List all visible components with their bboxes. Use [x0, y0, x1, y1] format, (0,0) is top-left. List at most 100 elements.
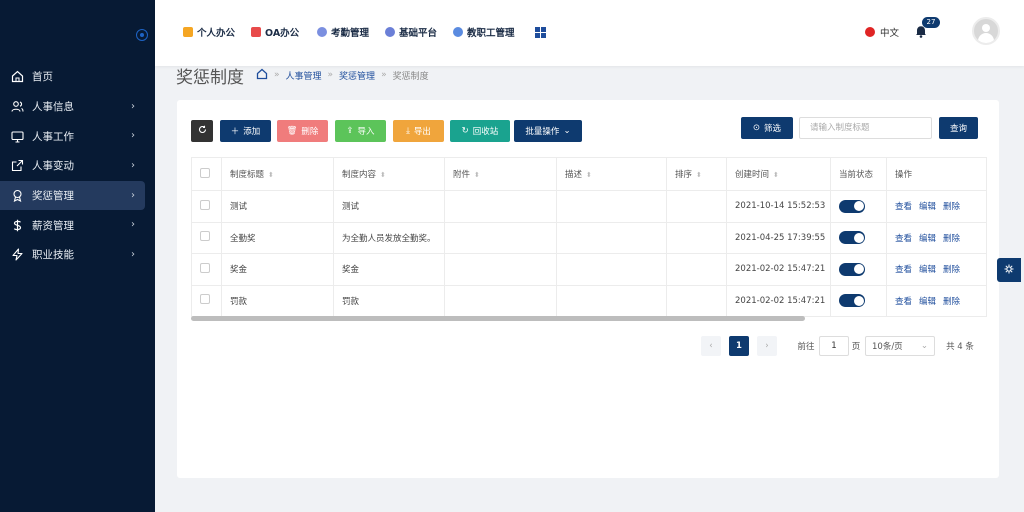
- title-search-input[interactable]: 请输入制度标题: [799, 117, 932, 139]
- page-number-current[interactable]: 1: [729, 336, 749, 356]
- topnav-personal-office[interactable]: 个人办公: [183, 25, 235, 39]
- sidebar-item-label: 人事变动: [32, 160, 74, 173]
- import-button[interactable]: ⇪ 导入: [335, 120, 386, 142]
- delete-link[interactable]: 删除: [943, 234, 960, 244]
- column-header[interactable]: 附件 ⬍: [444, 157, 557, 191]
- created-cell: 2021-02-02 15:47:21: [726, 253, 831, 286]
- avatar[interactable]: [972, 17, 1000, 45]
- attachment-cell: [444, 190, 557, 223]
- dollar-icon: [10, 218, 24, 232]
- table-row[interactable]: 全勤奖 为全勤人员发放全勤奖。 2021-04-25 17:39:55 查看 编辑…: [191, 221, 987, 254]
- breadcrumb: 奖惩制度 » 人事管理 » 奖惩管理 » 奖惩制度: [176, 64, 429, 88]
- select-all-cell[interactable]: [191, 157, 222, 191]
- batch-operation-dropdown[interactable]: 批量操作 ⌄: [514, 120, 582, 142]
- sidebar-item-personnel-work[interactable]: 人事工作 ›: [0, 121, 155, 151]
- recycle-bin-button[interactable]: ↻ 回收站: [450, 120, 510, 142]
- status-toggle[interactable]: [839, 262, 865, 276]
- status-toggle[interactable]: [839, 199, 865, 213]
- view-link[interactable]: 查看: [895, 297, 912, 307]
- edit-link[interactable]: 编辑: [919, 265, 936, 275]
- delete-link[interactable]: 删除: [943, 265, 960, 275]
- title-cell: 奖金: [221, 253, 334, 286]
- view-link[interactable]: 查看: [895, 202, 912, 212]
- column-header[interactable]: 创建时间 ⬍: [726, 157, 831, 191]
- edit-link[interactable]: 编辑: [919, 234, 936, 244]
- sort-icon: ⬍: [696, 171, 702, 179]
- row-checkbox[interactable]: [200, 294, 210, 305]
- app-root: 首页 人事信息 › 人事工作 › 人事变动 › 奖惩管理 › 薪资管理 › 职业…: [0, 0, 1024, 512]
- briefcase-icon: [183, 27, 193, 37]
- delete-link[interactable]: 删除: [943, 202, 960, 212]
- export-button[interactable]: ⤓ 导出: [393, 120, 444, 142]
- delete-link[interactable]: 删除: [943, 297, 960, 307]
- topnav-staff-management[interactable]: 教职工管理: [453, 25, 515, 39]
- language-switcher[interactable]: 中文: [865, 25, 899, 39]
- status-toggle[interactable]: [839, 231, 865, 245]
- topnav-oa-office[interactable]: OA办公: [251, 25, 299, 39]
- column-header[interactable]: 制度内容 ⬍: [333, 157, 445, 191]
- settings-gear-icon[interactable]: [136, 29, 148, 41]
- sidebar-item-personnel-info[interactable]: 人事信息 ›: [0, 92, 155, 122]
- sidebar-item-rewards[interactable]: 奖惩管理 ›: [0, 180, 145, 211]
- column-header[interactable]: 描述 ⬍: [556, 157, 667, 191]
- next-page-button[interactable]: ›: [757, 336, 777, 356]
- row-checkbox[interactable]: [200, 199, 210, 210]
- column-header: 操作: [886, 157, 987, 191]
- sidebar-item-home[interactable]: 首页: [0, 62, 155, 92]
- edit-link[interactable]: 编辑: [919, 202, 936, 212]
- view-link[interactable]: 查看: [895, 265, 912, 275]
- table-row[interactable]: 罚款 罚款 2021-02-02 15:47:21 查看 编辑 删除: [191, 284, 987, 317]
- theme-settings-tab[interactable]: [997, 258, 1021, 282]
- goto-page-input[interactable]: 1: [819, 336, 849, 356]
- column-header[interactable]: 制度标题 ⬍: [221, 157, 334, 191]
- row-checkbox[interactable]: [200, 231, 210, 242]
- sidebar: 首页 人事信息 › 人事工作 › 人事变动 › 奖惩管理 › 薪资管理 › 职业…: [0, 0, 155, 512]
- batch-button-label: 批量操作: [525, 127, 560, 137]
- query-button[interactable]: 查询: [939, 117, 978, 139]
- attachment-cell: [444, 253, 557, 286]
- sidebar-item-skills[interactable]: 职业技能 ›: [0, 240, 155, 270]
- description-cell: [556, 221, 667, 254]
- status-toggle[interactable]: [839, 294, 865, 308]
- page-title: 奖惩制度: [176, 67, 244, 88]
- home-icon[interactable]: [256, 68, 268, 83]
- platform-icon: [385, 27, 395, 37]
- filter-button[interactable]: ⊙ 筛选: [741, 117, 793, 139]
- view-link[interactable]: 查看: [895, 234, 912, 244]
- column-header[interactable]: 排序 ⬍: [666, 157, 727, 191]
- sort-icon: ⬍: [268, 171, 274, 179]
- external-link-icon: [10, 159, 24, 173]
- monitor-icon: [10, 129, 24, 143]
- delete-button[interactable]: 🗑 删除: [277, 120, 328, 142]
- breadcrumb-separator: »: [381, 70, 387, 80]
- chevron-right-icon: ›: [131, 160, 135, 172]
- sort-icon: ⬍: [474, 171, 480, 179]
- page-suffix-label: 页: [851, 342, 861, 352]
- sidebar-item-personnel-change[interactable]: 人事变动 ›: [0, 151, 155, 181]
- chevron-right-icon: ›: [131, 219, 135, 231]
- table-row[interactable]: 奖金 奖金 2021-02-02 15:47:21 查看 编辑 删除: [191, 253, 987, 286]
- oa-home-icon: [251, 27, 261, 37]
- prev-page-button[interactable]: ‹: [701, 336, 721, 356]
- table-row[interactable]: 测试 测试 2021-10-14 15:52:53 查看 编辑 删除: [191, 190, 987, 223]
- sidebar-item-label: 人事信息: [32, 101, 74, 114]
- horizontal-scrollbar[interactable]: [191, 316, 805, 321]
- add-button[interactable]: ＋添加: [220, 120, 271, 142]
- chevron-right-icon: ›: [131, 189, 135, 201]
- apps-grid-icon[interactable]: [535, 27, 546, 38]
- breadcrumb-item[interactable]: 奖惩管理: [339, 69, 375, 82]
- total-count: 共 4 条: [946, 342, 974, 352]
- topnav-base-platform[interactable]: 基础平台: [385, 25, 437, 39]
- select-all-checkbox[interactable]: [200, 167, 210, 178]
- users-icon: [10, 100, 24, 114]
- sidebar-item-label: 人事工作: [32, 130, 74, 143]
- sidebar-item-salary[interactable]: 薪资管理 ›: [0, 210, 155, 240]
- refresh-button[interactable]: [191, 120, 213, 142]
- row-checkbox[interactable]: [200, 262, 210, 273]
- trash-icon: 🗑: [286, 126, 298, 136]
- edit-link[interactable]: 编辑: [919, 297, 936, 307]
- topnav-attendance[interactable]: 考勤管理: [317, 25, 369, 39]
- add-button-label: 添加: [243, 127, 261, 137]
- breadcrumb-item[interactable]: 人事管理: [286, 69, 322, 82]
- page-size-select[interactable]: 10条/页 ⌄: [865, 336, 935, 356]
